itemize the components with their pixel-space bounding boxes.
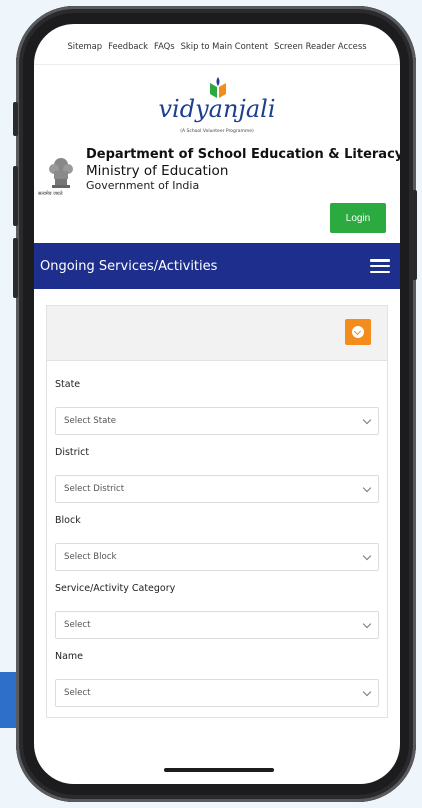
skip-to-main-link[interactable]: Skip to Main Content <box>181 41 269 51</box>
block-select[interactable]: Select Block <box>55 543 379 571</box>
category-select[interactable]: Select <box>55 611 379 639</box>
national-emblem-icon <box>49 158 73 188</box>
department-header: सत्यमेव जयते Department of School Educat… <box>34 145 400 201</box>
district-label: District <box>55 447 90 458</box>
login-row: Login <box>34 201 400 237</box>
category-select-value: Select <box>64 620 91 630</box>
district-select-value: Select District <box>64 484 125 494</box>
page-title: Ongoing Services/Activities <box>40 258 218 274</box>
sitemap-link[interactable]: Sitemap <box>67 41 102 51</box>
logo-text: vidyanjali <box>158 95 276 123</box>
name-select-value: Select <box>64 688 91 698</box>
filter-form: State Select State District Select Distr… <box>47 361 387 717</box>
department-title: Department of School Education & Literac… <box>86 147 400 162</box>
chevron-down-circle-icon[interactable] <box>345 319 371 345</box>
home-indicator[interactable] <box>164 768 274 772</box>
filter-panel-header <box>47 306 387 361</box>
government-name: Government of India <box>86 179 200 192</box>
block-label: Block <box>55 515 81 526</box>
faqs-link[interactable]: FAQs <box>154 41 175 51</box>
vidyanjali-logo[interactable]: vidyanjali (A School Volunteer Programme… <box>34 73 400 145</box>
block-select-value: Select Block <box>64 552 117 562</box>
name-select[interactable]: Select <box>55 679 379 707</box>
chevron-down-icon <box>362 415 372 424</box>
logo-tagline: (A School Volunteer Programme) <box>180 129 254 134</box>
ministry-name: Ministry of Education <box>86 163 229 179</box>
utility-links: Sitemap Feedback FAQs Skip to Main Conte… <box>34 24 400 65</box>
page-navbar: Ongoing Services/Activities <box>34 243 400 289</box>
state-select[interactable]: Select State <box>55 407 379 435</box>
mute-switch <box>13 102 18 136</box>
emblem-caption: सत्यमेव जयते <box>38 191 63 197</box>
chevron-down-icon <box>362 687 372 696</box>
chevron-down-icon <box>362 483 372 492</box>
state-label: State <box>55 379 81 390</box>
volume-down-button <box>13 238 18 298</box>
login-button[interactable]: Login <box>330 203 386 233</box>
chevron-down-icon <box>362 551 372 560</box>
state-select-value: Select State <box>64 416 116 426</box>
screen-reader-link[interactable]: Screen Reader Access <box>274 41 366 51</box>
category-label: Service/Activity Category <box>55 583 176 594</box>
feedback-link[interactable]: Feedback <box>108 41 148 51</box>
volume-up-button <box>13 166 18 226</box>
chevron-down-icon <box>362 619 372 628</box>
power-button <box>412 190 417 280</box>
phone-screen: Sitemap Feedback FAQs Skip to Main Conte… <box>34 24 400 784</box>
name-label: Name <box>55 651 84 662</box>
hamburger-icon[interactable] <box>370 259 390 273</box>
filter-panel: State Select State District Select Distr… <box>46 305 388 718</box>
district-select[interactable]: Select District <box>55 475 379 503</box>
